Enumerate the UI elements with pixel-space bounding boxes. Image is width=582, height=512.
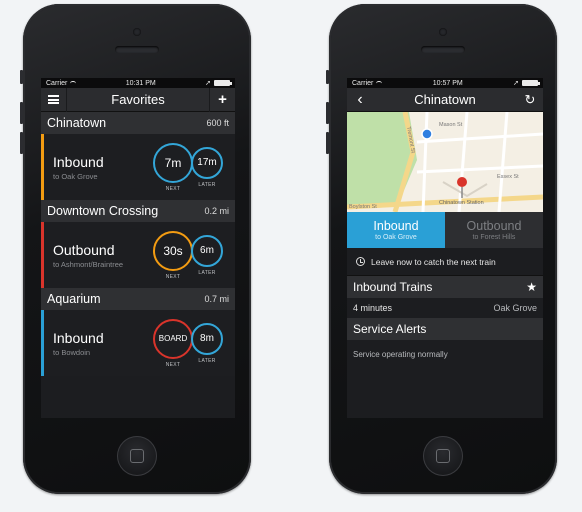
station-map[interactable]: Mason St Tremont St Chinatown Station Bo… [347, 112, 543, 212]
trains-header-title: Inbound Trains [353, 280, 433, 294]
station-name: Chinatown [47, 116, 107, 130]
station-distance: 0.2 mi [204, 206, 229, 216]
direction-segmented-control: Inbound to Oak Grove Outbound to Forest … [347, 212, 543, 248]
destination-label: to Oak Grove [53, 171, 98, 181]
next-label: NEXT [165, 361, 181, 368]
later-arrival-circle: 17m [191, 146, 223, 179]
battery-icon [213, 80, 232, 86]
arrival-times: BOARD NEXT 8m LATER [153, 318, 223, 368]
next-arrival-circle: BOARD [153, 318, 193, 359]
wifi-icon [376, 80, 383, 86]
direction-label: Inbound [53, 153, 104, 170]
map-street-label: Essex St [497, 174, 519, 180]
later-label: LATER [198, 181, 216, 188]
status-bar: Carrier 10:31 PM ➚ [41, 78, 235, 88]
train-row[interactable]: 4 minutes Oak Grove [347, 298, 543, 318]
next-arrival-circle: 30s [153, 230, 193, 271]
tab-inbound[interactable]: Inbound to Oak Grove [347, 212, 445, 248]
map-station-label: Chinatown Station [439, 200, 484, 206]
front-camera [133, 28, 141, 36]
station-distance: 0.7 mi [204, 294, 229, 304]
favorite-card-aquarium[interactable]: Inbound to Bowdoin BOARD NEXT 8m LATER [41, 310, 235, 376]
next-label: NEXT [165, 273, 181, 280]
battery-icon [521, 80, 540, 86]
front-camera [439, 28, 447, 36]
refresh-button[interactable]: ↻ [517, 88, 543, 112]
plus-icon: + [218, 91, 227, 108]
station-header-downtown-crossing: Downtown Crossing 0.2 mi [41, 200, 235, 222]
nav-bar: Favorites + [41, 87, 235, 112]
tab-outbound[interactable]: Outbound to Forest Hills [445, 212, 543, 248]
tab-sublabel: to Forest Hills [472, 234, 516, 241]
home-button[interactable] [117, 436, 157, 476]
destination-label: to Ashmont/Braintree [53, 259, 124, 269]
nav-bar: ‹ Chinatown ↻ [347, 88, 543, 112]
train-destination: Oak Grove [493, 303, 537, 313]
arrival-times: 7m NEXT 17m LATER [153, 142, 223, 192]
chevron-left-icon: ‹ [357, 90, 363, 108]
direction-label: Outbound [53, 241, 115, 258]
left-screen: Carrier 10:31 PM ➚ Favorites + Chinatown… [41, 78, 235, 418]
later-label: LATER [198, 357, 216, 364]
favorite-card-chinatown[interactable]: Inbound to Oak Grove 7m NEXT 17m LATER [41, 134, 235, 200]
right-screen: Carrier 10:57 PM ➚ ‹ Chinatown ↻ Mason S… [347, 78, 543, 418]
clock-time: 10:31 PM [125, 79, 156, 87]
tab-sublabel: to Oak Grove [375, 234, 417, 241]
mute-switch [20, 70, 23, 84]
carrier-label: Carrier [46, 79, 68, 87]
favorite-card-downtown-crossing[interactable]: Outbound to Ashmont/Braintree 30s NEXT 6… [41, 222, 235, 288]
add-favorite-button[interactable]: + [209, 87, 235, 112]
volume-down-button [20, 132, 23, 154]
train-time: 4 minutes [353, 303, 393, 313]
location-arrow-icon: ➚ [513, 80, 519, 87]
alert-text: Service operating normally [353, 349, 448, 359]
alerts-header: Service Alerts [347, 318, 543, 340]
status-bar: Carrier 10:57 PM ➚ [347, 78, 543, 88]
arrival-times: 30s NEXT 6m LATER [153, 230, 223, 280]
leave-now-text: Leave now to catch the next train [371, 256, 496, 267]
station-name: Downtown Crossing [47, 204, 159, 218]
volume-up-button [326, 102, 329, 124]
mute-switch [326, 70, 329, 84]
clock-icon [356, 257, 365, 266]
page-title: Chinatown [414, 92, 476, 107]
map-street-label: Mason St [439, 122, 463, 128]
volume-up-button [20, 102, 23, 124]
leave-now-notice: Leave now to catch the next train [347, 248, 543, 276]
station-distance: 600 ft [206, 118, 229, 128]
left-phone: Carrier 10:31 PM ➚ Favorites + Chinatown… [20, 4, 251, 494]
page-title: Favorites [111, 92, 165, 107]
station-header-aquarium: Aquarium 0.7 mi [41, 288, 235, 310]
menu-button[interactable] [41, 87, 67, 112]
back-button[interactable]: ‹ [347, 88, 373, 112]
station-name: Aquarium [47, 292, 101, 306]
later-arrival-circle: 6m [191, 234, 223, 267]
later-label: LATER [198, 269, 216, 276]
carrier-label: Carrier [352, 79, 374, 87]
tab-label: Inbound [373, 219, 419, 233]
alert-row[interactable]: Service operating normally [347, 340, 543, 368]
map-street-label: Boylston St [349, 204, 377, 210]
destination-label: to Bowdoin [53, 347, 91, 357]
earpiece-speaker [421, 46, 465, 53]
next-label: NEXT [165, 185, 181, 192]
later-arrival-circle: 8m [191, 322, 223, 355]
refresh-icon: ↻ [524, 91, 536, 107]
earpiece-speaker [115, 46, 159, 53]
tab-label: Outbound [466, 219, 522, 233]
favorite-star-icon[interactable]: ★ [526, 280, 537, 294]
wifi-icon [70, 80, 77, 86]
next-arrival-circle: 7m [153, 142, 193, 183]
home-button[interactable] [423, 436, 463, 476]
trains-header: Inbound Trains ★ [347, 276, 543, 298]
volume-down-button [326, 132, 329, 154]
right-phone: Carrier 10:57 PM ➚ ‹ Chinatown ↻ Mason S… [326, 4, 557, 494]
direction-label: Inbound [53, 329, 104, 346]
alerts-header-title: Service Alerts [353, 322, 427, 336]
hamburger-menu-icon [48, 95, 59, 104]
station-header-chinatown: Chinatown 600 ft [41, 112, 235, 134]
clock-time: 10:57 PM [432, 79, 463, 87]
location-arrow-icon: ➚ [205, 80, 211, 87]
